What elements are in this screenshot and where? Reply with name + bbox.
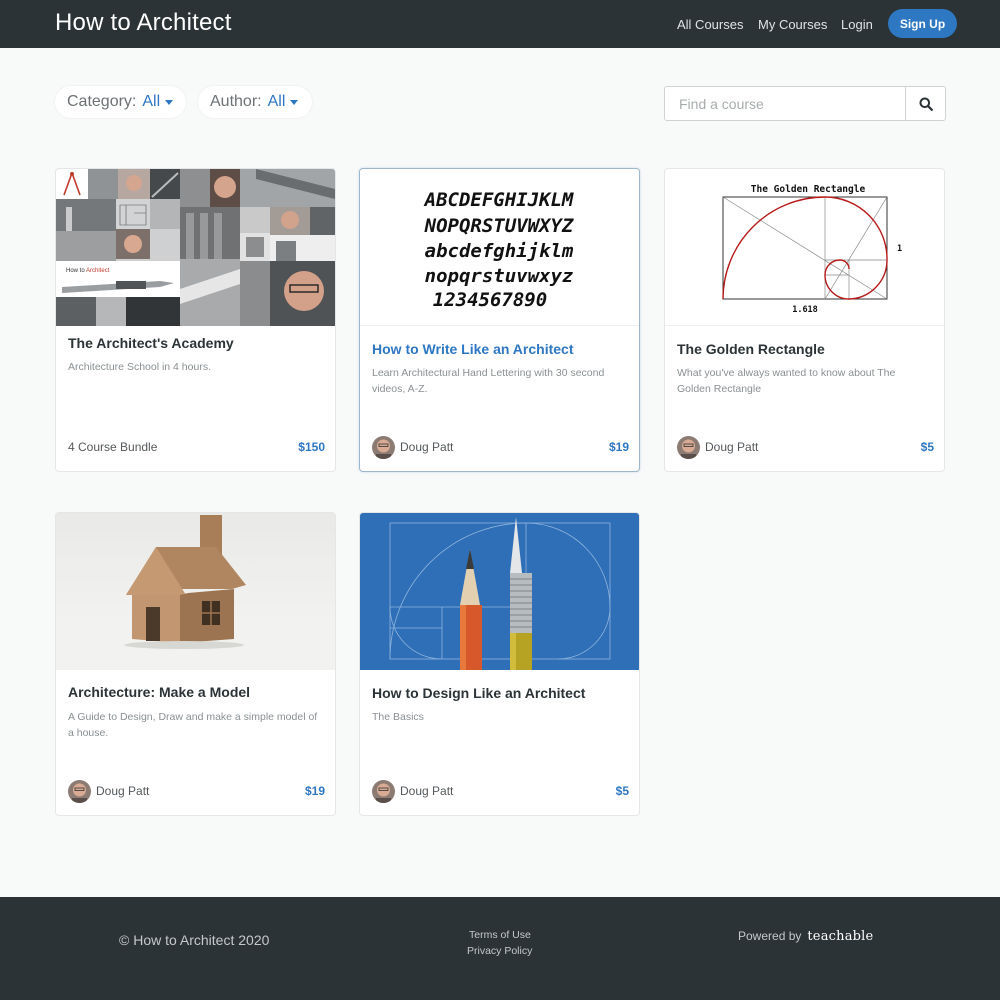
golden-rectangle-diagram: The Golden Rectangle 1 1.618 <box>722 184 902 315</box>
course-thumbnail-collage: How to Architect <box>56 169 335 326</box>
chevron-down-icon <box>165 99 174 105</box>
course-footer: Doug Patt $5 <box>677 435 934 459</box>
course-thumbnail-pencil-knife <box>360 513 639 670</box>
author-filter[interactable]: Author: All <box>198 86 312 118</box>
author-name: Doug Patt <box>96 784 150 798</box>
course-card[interactable]: ABCDEFGHIJKLM NOPQRSTUVWXYZ abcdefghijkl… <box>359 168 640 472</box>
author-name: Doug Patt <box>705 440 759 454</box>
course-footer: Doug Patt $5 <box>372 779 629 803</box>
course-thumbnail-golden-rectangle: The Golden Rectangle 1 1.618 <box>665 169 944 326</box>
signup-button[interactable]: Sign Up <box>888 9 957 38</box>
course-price: $150 <box>298 440 325 454</box>
course-description: Architecture School in 4 hours. <box>68 361 211 373</box>
terms-of-use-link[interactable]: Terms of Use <box>469 929 531 941</box>
nav-all-courses[interactable]: All Courses <box>677 17 743 32</box>
copyright-text: © How to Architect 2020 <box>119 932 270 948</box>
svg-text:How to Architect: How to Architect <box>66 268 110 274</box>
author-filter-value: All <box>267 93 286 110</box>
site-footer: © How to Architect 2020 Terms of Use Pri… <box>0 897 1000 1000</box>
category-filter-label: Category: <box>67 93 137 110</box>
course-thumbnail-house-model <box>56 513 335 670</box>
diagram-title: The Golden Rectangle <box>751 184 866 195</box>
author-avatar <box>372 435 395 459</box>
search-button[interactable] <box>906 87 945 120</box>
course-title[interactable]: Architecture: Make a Model <box>68 684 250 700</box>
top-navbar: How to Architect All Courses My Courses … <box>0 0 1000 48</box>
course-description: The Basics <box>372 711 424 723</box>
search-input[interactable] <box>665 87 906 120</box>
author-name: Doug Patt <box>400 440 454 454</box>
powered-by-label: Powered by <box>738 929 802 943</box>
course-card[interactable]: How to Architect The Architect's Academy… <box>55 168 336 472</box>
course-price: $19 <box>608 440 629 454</box>
course-card[interactable]: Architecture: Make a Model A Guide to De… <box>55 512 336 816</box>
site-brand[interactable]: How to Architect <box>55 9 232 37</box>
teachable-logo: teachable <box>807 929 874 944</box>
course-footer: Doug Patt $19 <box>372 435 629 459</box>
course-card[interactable]: The Golden Rectangle 1 1.618 The Golden … <box>664 168 945 472</box>
privacy-policy-link[interactable]: Privacy Policy <box>467 945 532 957</box>
course-card[interactable]: How to Design Like an Architect The Basi… <box>359 512 640 816</box>
course-price: $19 <box>304 784 325 798</box>
course-title[interactable]: The Golden Rectangle <box>677 341 825 357</box>
author-avatar <box>68 779 91 803</box>
course-description: Learn Architectural Hand Lettering with … <box>372 367 605 395</box>
lettering-row: abcdefghijklm <box>425 240 574 262</box>
search-icon <box>919 97 933 111</box>
course-footer: 4 Course Bundle $150 <box>68 435 325 459</box>
lettering-row: 1234567890 <box>433 289 547 311</box>
nav-login[interactable]: Login <box>841 17 873 32</box>
course-description: A Guide to Design, Draw and make a simpl… <box>68 711 318 739</box>
author-avatar <box>677 435 700 459</box>
collage-image: How to Architect <box>56 169 335 326</box>
course-price: $5 <box>615 784 629 798</box>
author-avatar <box>372 779 395 803</box>
diagram-side-label: 1 <box>897 244 902 254</box>
author-name: Doug Patt <box>400 784 454 798</box>
nav-my-courses[interactable]: My Courses <box>758 17 827 32</box>
course-search <box>664 86 946 121</box>
lettering-row: nopqrstuvwxyz <box>425 265 574 287</box>
course-title[interactable]: How to Design Like an Architect <box>372 685 585 701</box>
course-title[interactable]: How to Write Like an Architect <box>372 341 573 357</box>
lettering-row: ABCDEFGHIJKLM <box>423 189 574 211</box>
lettering-row: NOPQRSTUVWXYZ <box>424 215 574 237</box>
pencil-and-knife-image <box>360 513 639 670</box>
author-filter-label: Author: <box>210 93 262 110</box>
course-title[interactable]: The Architect's Academy <box>68 335 234 351</box>
course-footer: Doug Patt $19 <box>68 779 325 803</box>
category-filter-value: All <box>142 93 161 110</box>
chevron-down-icon <box>290 99 299 105</box>
hand-lettering-image: ABCDEFGHIJKLM NOPQRSTUVWXYZ abcdefghijkl… <box>423 189 574 311</box>
course-description: What you've always wanted to know about … <box>677 367 896 395</box>
powered-by[interactable]: Powered by teachable <box>738 929 873 944</box>
course-price: $5 <box>920 440 934 454</box>
cardboard-house-image <box>56 513 335 670</box>
category-filter[interactable]: Category: All <box>55 86 186 118</box>
course-bundle-label: 4 Course Bundle <box>68 440 158 454</box>
diagram-bottom-label: 1.618 <box>792 305 818 315</box>
course-thumbnail-lettering: ABCDEFGHIJKLM NOPQRSTUVWXYZ abcdefghijkl… <box>360 169 639 326</box>
